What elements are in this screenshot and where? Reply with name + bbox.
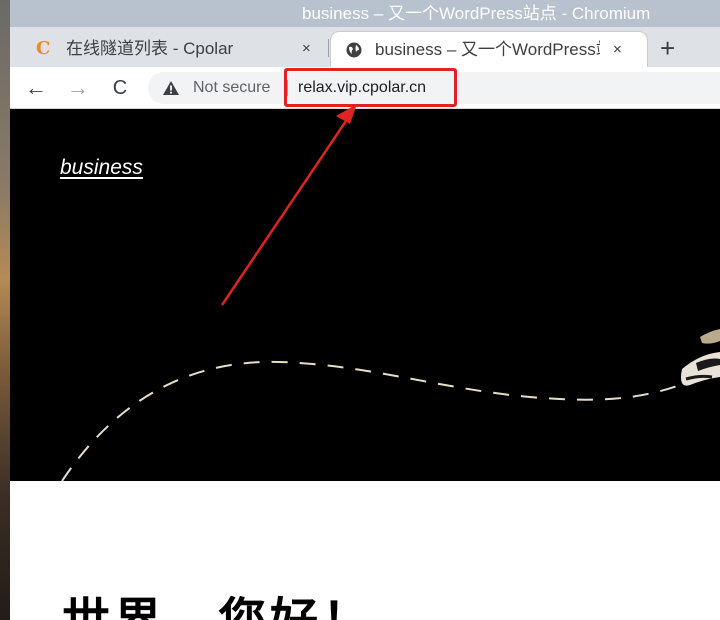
tab-business[interactable]: business – 又一个WordPress站点 × bbox=[330, 31, 648, 67]
desktop-wallpaper bbox=[0, 0, 10, 620]
page-content: 世界，您好！ bbox=[10, 481, 720, 620]
header-hero: business bbox=[10, 109, 720, 481]
browser-window: business – 又一个WordPress站点 - Chromium C 在… bbox=[10, 0, 720, 620]
new-tab-button[interactable]: + bbox=[660, 31, 675, 67]
title-bar: business – 又一个WordPress站点 - Chromium bbox=[10, 0, 720, 27]
close-icon[interactable]: × bbox=[613, 32, 622, 67]
tab-title: 在线隧道列表 - Cpolar bbox=[66, 39, 234, 58]
reload-button[interactable]: C bbox=[106, 74, 134, 102]
post-title[interactable]: 世界，您好！ bbox=[62, 581, 374, 620]
tab-title: business – 又一个WordPress站点 bbox=[375, 40, 600, 59]
window-title: business – 又一个WordPress站点 - Chromium bbox=[302, 4, 651, 23]
cpolar-c-icon: C bbox=[36, 38, 51, 59]
back-button[interactable]: ← bbox=[22, 74, 50, 102]
tab-strip: C 在线隧道列表 - Cpolar × business – 又一个WordPr… bbox=[10, 27, 720, 67]
tab-cpolar[interactable]: C 在线隧道列表 - Cpolar × bbox=[10, 31, 328, 67]
close-icon[interactable]: × bbox=[302, 31, 311, 67]
not-secure-label[interactable]: Not secure bbox=[193, 72, 270, 104]
warning-icon[interactable] bbox=[162, 80, 180, 96]
site-title-link[interactable]: business bbox=[60, 156, 143, 180]
bird-illustration bbox=[681, 329, 720, 386]
url-highlight-box bbox=[284, 68, 457, 107]
globe-icon bbox=[346, 42, 362, 58]
tab-divider bbox=[328, 39, 329, 57]
forward-button[interactable]: → bbox=[64, 74, 92, 102]
